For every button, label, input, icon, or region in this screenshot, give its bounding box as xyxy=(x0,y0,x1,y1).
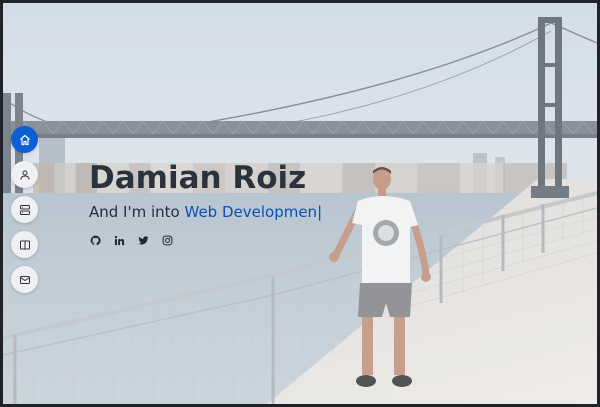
twitter-icon xyxy=(137,235,149,245)
server-icon xyxy=(19,204,30,215)
instagram-icon xyxy=(162,235,172,245)
nav-services-button[interactable] xyxy=(11,196,38,223)
side-nav xyxy=(11,126,38,293)
user-icon xyxy=(20,170,29,180)
nav-contact-button[interactable] xyxy=(11,266,38,293)
social-links xyxy=(89,234,173,246)
book-icon xyxy=(19,240,30,249)
home-icon xyxy=(19,134,30,145)
subtitle-prefix: And I'm into xyxy=(89,203,185,221)
hero-section: Damian Roiz And I'm into Web Developmen| xyxy=(3,3,597,404)
linkedin-link[interactable] xyxy=(113,234,125,246)
twitter-link[interactable] xyxy=(137,234,149,246)
github-link[interactable] xyxy=(89,234,101,246)
instagram-link[interactable] xyxy=(161,234,173,246)
nav-resume-button[interactable] xyxy=(11,231,38,258)
nav-home-button[interactable] xyxy=(11,126,38,153)
mail-icon xyxy=(19,275,30,284)
typing-cursor: | xyxy=(317,203,323,221)
hero-text: Damian Roiz And I'm into Web Developmen| xyxy=(89,159,322,221)
hero-name: Damian Roiz xyxy=(89,160,307,196)
linkedin-icon xyxy=(114,235,124,245)
typed-role: Web Developmen xyxy=(184,203,318,221)
nav-about-button[interactable] xyxy=(11,161,38,188)
hero-subtitle: And I'm into Web Developmen| xyxy=(89,203,322,221)
github-icon xyxy=(90,235,101,245)
